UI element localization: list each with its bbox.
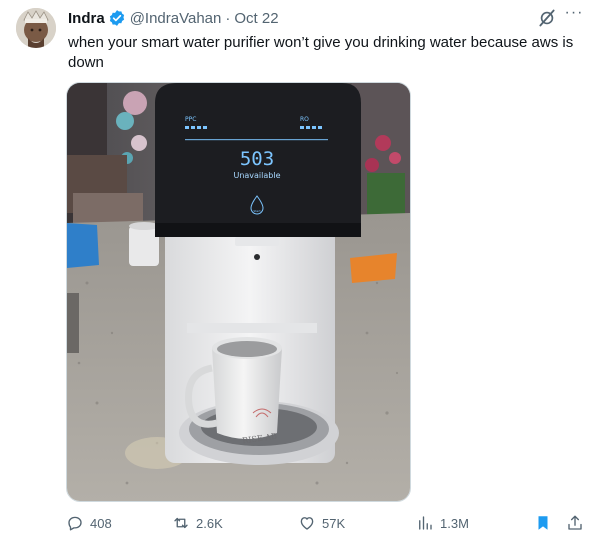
reply-button[interactable]: 408 xyxy=(66,512,112,534)
like-button[interactable]: 57K xyxy=(298,512,345,534)
tweet-header: Indra @IndraVahan · Oct 22 xyxy=(68,8,279,28)
screen-status-text: Unavailable xyxy=(233,171,280,180)
tweet-date[interactable]: Oct 22 xyxy=(234,10,278,27)
reply-count: 408 xyxy=(90,515,112,531)
heart-icon xyxy=(300,517,314,530)
views-count: 1.3M xyxy=(440,515,469,531)
tweet-photo[interactable]: PPC RO 503 Unavailable Start RISE AB xyxy=(66,82,411,502)
views-chart-icon xyxy=(419,516,432,530)
repost-button[interactable]: 2.6K xyxy=(172,512,223,534)
more-options-button[interactable]: ··· xyxy=(563,5,585,27)
reply-icon xyxy=(68,516,82,531)
bookmark-button[interactable] xyxy=(534,512,558,534)
header-separator: · xyxy=(225,9,231,27)
bookmark-icon xyxy=(538,516,548,530)
author-name[interactable]: Indra xyxy=(68,10,105,27)
screen-ro-label: RO xyxy=(300,116,309,123)
repost-icon xyxy=(174,517,188,529)
tweet[interactable]: Indra @IndraVahan · Oct 22 ··· when your… xyxy=(0,0,602,544)
screen-start-label: Start xyxy=(253,209,261,213)
screen-error-code: 503 xyxy=(240,148,274,170)
avatar[interactable] xyxy=(16,8,56,48)
repost-count: 2.6K xyxy=(196,515,223,531)
share-icon xyxy=(568,515,582,530)
views-button[interactable]: 1.3M xyxy=(416,512,469,534)
like-count: 57K xyxy=(322,515,346,531)
tweet-text: when your smart water purifier won’t giv… xyxy=(68,34,574,71)
water-purifier-photo: PPC RO 503 Unavailable Start RISE AB xyxy=(67,83,410,501)
share-button[interactable] xyxy=(566,512,590,534)
verified-badge-icon xyxy=(109,10,124,26)
screen-ppc-label: PPC xyxy=(185,116,196,123)
avatar-image xyxy=(16,8,56,48)
grok-icon[interactable] xyxy=(537,8,557,28)
author-handle[interactable]: @IndraVahan xyxy=(130,10,222,27)
action-bar: 408 2.6K 57K 1.3M xyxy=(66,512,586,534)
